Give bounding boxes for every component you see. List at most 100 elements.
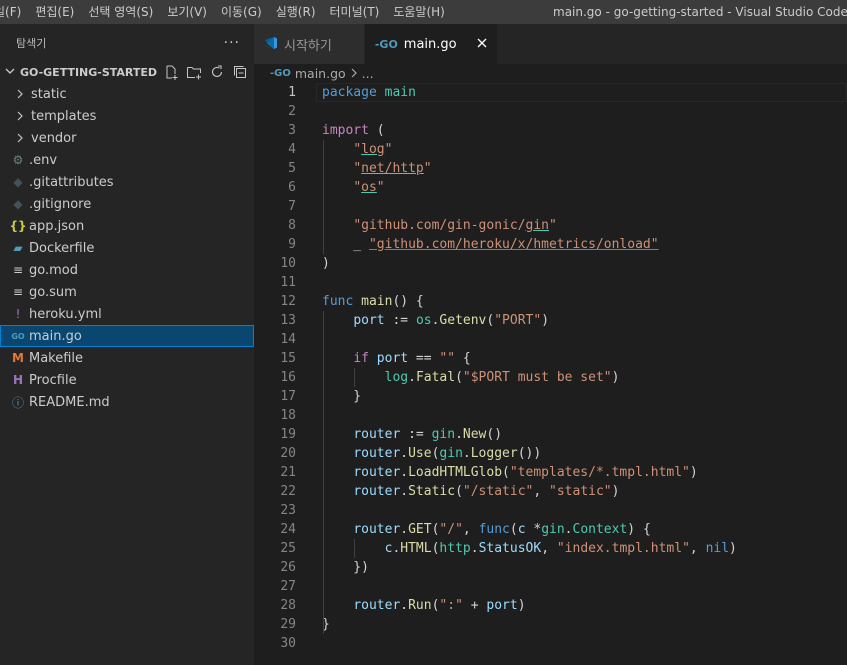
code-line[interactable]: 8 "github.com/gin-gonic/gin": [254, 216, 847, 235]
code-line[interactable]: 13 port := os.Getenv("PORT"): [254, 311, 847, 330]
code-line[interactable]: 16 log.Fatal("$PORT must be set"): [254, 368, 847, 387]
menu-item[interactable]: 편집(E): [28, 0, 81, 24]
tree-file[interactable]: ◆ .gitattributes: [0, 171, 254, 193]
line-number: 26: [280, 560, 296, 575]
tree-file[interactable]: ⚙ .env: [0, 149, 254, 171]
tree-file[interactable]: {} app.json: [0, 215, 254, 237]
code-token: package: [322, 85, 377, 100]
breadcrumb-file[interactable]: main.go: [295, 66, 346, 81]
code-line[interactable]: 26 }): [254, 558, 847, 577]
code-token: () {: [392, 294, 424, 309]
code-line[interactable]: 14: [254, 330, 847, 349]
tree-file[interactable]: ! heroku.yml: [0, 303, 254, 325]
new-folder-icon[interactable]: [186, 64, 202, 80]
code-line[interactable]: 23: [254, 501, 847, 520]
info-icon: ⓘ: [11, 395, 24, 410]
menu-item[interactable]: 이동(G): [214, 0, 269, 24]
code-token: New: [462, 427, 487, 442]
code-line[interactable]: 17 }: [254, 387, 847, 406]
code-token: .: [470, 541, 479, 556]
code-line[interactable]: 19 router := gin.New(): [254, 425, 847, 444]
code-token: ): [729, 541, 737, 556]
code-line[interactable]: 25 c.HTML(http.StatusOK, "index.tmpl.htm…: [254, 539, 847, 558]
code-token: import: [322, 123, 369, 138]
code-line[interactable]: 24 router.GET("/", func(c *gin.Context) …: [254, 520, 847, 539]
refresh-icon[interactable]: [209, 64, 225, 80]
tree-folder[interactable]: vendor: [0, 127, 254, 149]
line-number: 13: [280, 313, 296, 328]
code-token: os: [361, 180, 377, 195]
tree-file[interactable]: ◆ .gitignore: [0, 193, 254, 215]
more-actions-icon[interactable]: ···: [224, 35, 240, 51]
tree-file[interactable]: H Procfile: [0, 369, 254, 391]
code-editor[interactable]: 1 package main 2 3 import (4 "log" 5 "net/htt…: [254, 83, 847, 665]
tab-welcome[interactable]: 시작하기: [254, 24, 365, 64]
code-line[interactable]: 18: [254, 406, 847, 425]
code-line[interactable]: 30: [254, 634, 847, 653]
tree-folder[interactable]: static: [0, 83, 254, 105]
close-icon[interactable]: [477, 36, 487, 52]
tree-item-label: heroku.yml: [29, 306, 102, 322]
code-token: gin: [431, 427, 456, 442]
tree-file[interactable]: ≡ go.mod: [0, 259, 254, 281]
code-token: StatusOK: [478, 541, 542, 556]
code-line[interactable]: 28 router.Run(":" + port): [254, 596, 847, 615]
code-line[interactable]: 22 router.Static("/static", "static"): [254, 482, 847, 501]
code-line[interactable]: 29}: [254, 615, 847, 634]
tree-item-label: Makefile: [29, 350, 84, 366]
code-line[interactable]: 7: [254, 197, 847, 216]
breadcrumb: -GO main.go ...: [254, 64, 847, 82]
line-number: 29: [280, 617, 296, 632]
menu-item[interactable]: 일(F): [0, 0, 28, 24]
line-number: 20: [280, 446, 296, 461]
tree-folder[interactable]: templates: [0, 105, 254, 127]
code-line[interactable]: 3 import (: [254, 121, 847, 140]
code-token: :=: [384, 313, 416, 328]
menu-item[interactable]: 실행(R): [269, 0, 323, 24]
code-line[interactable]: 2: [254, 102, 847, 121]
code-token: func: [322, 294, 354, 309]
menu-item[interactable]: 도움말(H): [386, 0, 452, 24]
lines-icon: ≡: [12, 285, 24, 299]
breadcrumb-symbol[interactable]: ...: [362, 66, 374, 81]
tree-file[interactable]: ⓘ README.md: [0, 391, 254, 413]
code-token: ": [353, 161, 362, 176]
tree-file[interactable]: M Makefile: [0, 347, 254, 369]
code-line[interactable]: 4 "log": [254, 140, 847, 159]
code-line[interactable]: 12 func main() {: [254, 292, 847, 311]
code-line[interactable]: 15 if port == "" {: [254, 349, 847, 368]
code-token: router: [353, 446, 401, 461]
tree-file[interactable]: ▰ Dockerfile: [0, 237, 254, 259]
tree-item-label: go.mod: [29, 262, 78, 278]
tab-main-go[interactable]: -GO main.go: [364, 24, 498, 64]
menu-item[interactable]: 보기(V): [160, 0, 214, 24]
code-text: import (: [322, 121, 385, 140]
code-line[interactable]: 11: [254, 273, 847, 292]
code-line[interactable]: 10): [254, 254, 847, 273]
line-number: 23: [280, 503, 296, 518]
tree-file[interactable]: GO main.go: [0, 325, 254, 347]
code-line[interactable]: 6 "os": [254, 178, 847, 197]
tree-item-label: .gitignore: [29, 196, 92, 212]
menu-item[interactable]: 터미널(T): [323, 0, 387, 24]
code-token: ,: [533, 484, 550, 499]
menu-item[interactable]: 선택 영역(S): [81, 0, 160, 24]
code-token: ,: [541, 541, 557, 556]
new-file-icon[interactable]: [163, 64, 179, 80]
vscode-icon: [264, 36, 278, 53]
collapse-all-icon[interactable]: [232, 64, 248, 80]
code-line[interactable]: 27: [254, 577, 847, 596]
code-line[interactable]: 1 package main: [254, 83, 847, 102]
tree-file[interactable]: ≡ go.sum: [0, 281, 254, 303]
code-token: .: [400, 522, 409, 537]
tree-item-label: app.json: [29, 218, 85, 234]
code-line[interactable]: 9 _ "github.com/heroku/x/hmetrics/onload…: [254, 235, 847, 254]
code-line[interactable]: 5 "net/http": [254, 159, 847, 178]
workspace-section-header[interactable]: GO-GETTING-STARTED: [0, 61, 254, 83]
code-line[interactable]: 20 router.Use(gin.Logger()): [254, 444, 847, 463]
code-token: gin: [439, 446, 463, 461]
code-line[interactable]: 21 router.LoadHTMLGlob("templates/*.tmpl…: [254, 463, 847, 482]
